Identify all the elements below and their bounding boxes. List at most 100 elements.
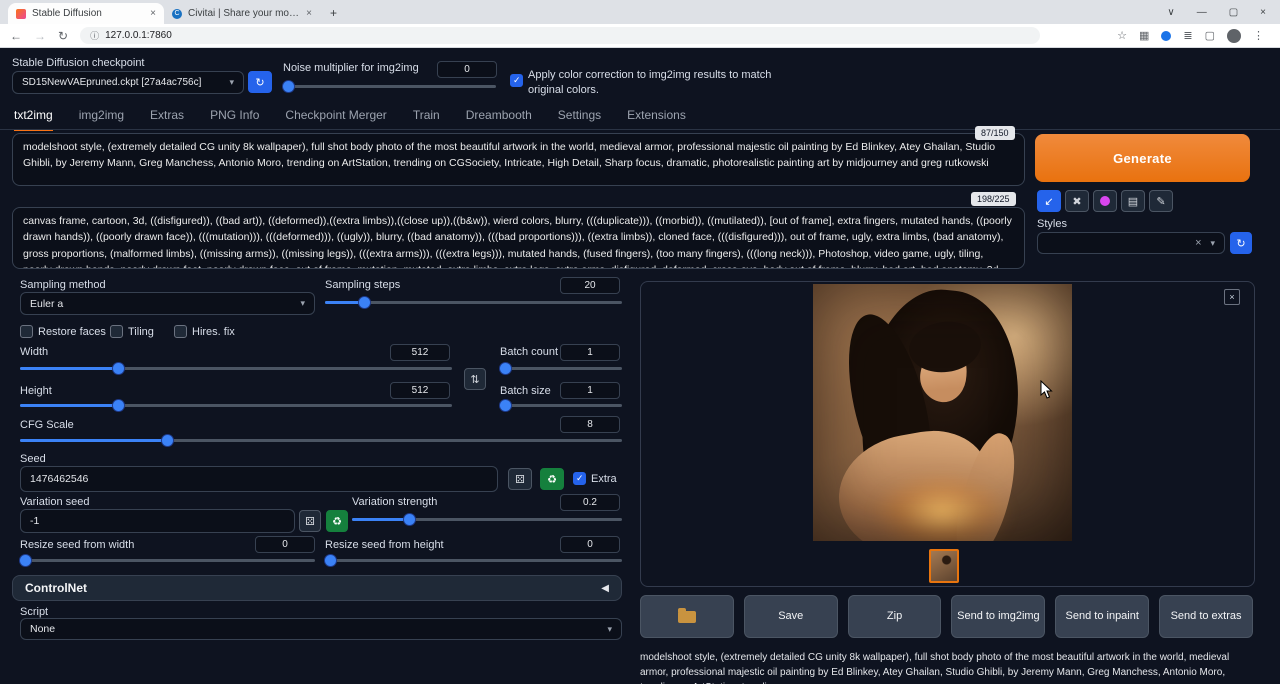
tab-checkpoint-merger[interactable]: Checkpoint Merger bbox=[285, 108, 386, 131]
tab-extras[interactable]: Extras bbox=[150, 108, 184, 131]
noise-multiplier-value[interactable]: 0 bbox=[437, 61, 497, 78]
gallery-thumbnail[interactable] bbox=[929, 549, 959, 583]
checkpoint-dropdown[interactable]: SD15NewVAEpruned.ckpt [27a4ac756c] ▾ bbox=[12, 71, 244, 94]
send-to-inpaint-button[interactable]: Send to inpaint bbox=[1055, 595, 1149, 638]
variation-random-seed-button[interactable]: ⚄ bbox=[299, 510, 321, 532]
variation-strength-value[interactable]: 0.2 bbox=[560, 494, 620, 511]
slider-knob[interactable] bbox=[162, 435, 173, 446]
cfg-scale-value[interactable]: 8 bbox=[560, 416, 620, 433]
url-input[interactable]: ⓘ 127.0.0.1:7860 bbox=[80, 27, 1040, 44]
checkpoint-refresh-button[interactable]: ↻ bbox=[248, 71, 272, 93]
width-slider[interactable] bbox=[20, 362, 452, 374]
chevron-down-icon[interactable]: ∨ bbox=[1167, 7, 1174, 18]
tab-train[interactable]: Train bbox=[413, 108, 440, 131]
color-correction-checkbox[interactable] bbox=[510, 74, 523, 87]
paste-generation-params-button[interactable]: ↙ bbox=[1037, 190, 1061, 212]
slider-knob[interactable] bbox=[404, 514, 415, 525]
batch-size-value[interactable]: 1 bbox=[560, 382, 620, 399]
profile-avatar[interactable] bbox=[1227, 29, 1241, 43]
apply-style-button[interactable]: ▤ bbox=[1121, 190, 1145, 212]
variation-strength-slider[interactable] bbox=[352, 513, 622, 525]
slider-knob[interactable] bbox=[325, 555, 336, 566]
save-style-button[interactable]: ✎ bbox=[1149, 190, 1173, 212]
reading-list-icon[interactable]: ≣ bbox=[1183, 29, 1192, 42]
open-folder-button[interactable] bbox=[640, 595, 734, 638]
resize-seed-width-value[interactable]: 0 bbox=[255, 536, 315, 553]
height-value[interactable]: 512 bbox=[390, 382, 450, 399]
sidebar-icon[interactable]: ▢ bbox=[1205, 29, 1215, 42]
restore-faces-checkbox[interactable] bbox=[20, 325, 33, 338]
save-button[interactable]: Save bbox=[744, 595, 838, 638]
noise-multiplier-slider[interactable] bbox=[283, 80, 496, 92]
generate-button[interactable]: Generate bbox=[1035, 134, 1250, 182]
resize-seed-width-slider[interactable] bbox=[20, 554, 315, 566]
send-to-extras-button[interactable]: Send to extras bbox=[1159, 595, 1253, 638]
back-icon[interactable]: ← bbox=[10, 29, 22, 43]
slider-knob[interactable] bbox=[359, 297, 370, 308]
minimize-icon[interactable]: — bbox=[1197, 7, 1207, 18]
seed-input[interactable]: 1476462546 bbox=[20, 466, 498, 492]
batch-size-label: Batch size bbox=[500, 385, 551, 397]
variation-reuse-seed-button[interactable]: ♻ bbox=[326, 510, 348, 532]
tab-png-info[interactable]: PNG Info bbox=[210, 108, 259, 131]
tab-txt2img[interactable]: txt2img bbox=[14, 108, 53, 131]
extension-icon[interactable] bbox=[1161, 31, 1171, 41]
dice-icon: ⚄ bbox=[515, 473, 525, 486]
resize-seed-height-slider[interactable] bbox=[325, 554, 622, 566]
clear-prompt-button[interactable]: ✖ bbox=[1065, 190, 1089, 212]
height-slider[interactable] bbox=[20, 399, 452, 411]
script-dropdown[interactable]: None ▾ bbox=[20, 618, 622, 640]
negative-prompt-textarea[interactable]: canvas frame, cartoon, 3d, ((disfigured)… bbox=[12, 207, 1025, 269]
batch-size-slider[interactable] bbox=[500, 399, 622, 411]
slider-knob[interactable] bbox=[500, 400, 511, 411]
batch-count-slider[interactable] bbox=[500, 362, 622, 374]
new-tab-button[interactable]: + bbox=[330, 6, 337, 20]
zip-button[interactable]: Zip bbox=[848, 595, 942, 638]
menu-kebab-icon[interactable]: ⋮ bbox=[1253, 29, 1264, 42]
maximize-icon[interactable]: ▢ bbox=[1229, 7, 1238, 18]
tab-img2img[interactable]: img2img bbox=[79, 108, 124, 131]
styles-dropdown[interactable]: × ▾ bbox=[1037, 232, 1225, 254]
prompt-textarea[interactable]: modelshoot style, (extremely detailed CG… bbox=[12, 133, 1025, 186]
width-value[interactable]: 512 bbox=[390, 344, 450, 361]
generated-image[interactable] bbox=[813, 284, 1072, 541]
controlnet-accordion[interactable]: ControlNet ◀ bbox=[12, 575, 622, 601]
slider-knob[interactable] bbox=[20, 555, 31, 566]
tab-extensions[interactable]: Extensions bbox=[627, 108, 686, 131]
swap-dimensions-button[interactable]: ⇅ bbox=[464, 368, 486, 390]
reload-icon[interactable]: ↻ bbox=[58, 29, 68, 43]
variation-seed-input[interactable]: -1 bbox=[20, 509, 295, 533]
sampling-method-dropdown[interactable]: Euler a ▾ bbox=[20, 292, 315, 315]
send-to-img2img-button[interactable]: Send to img2img bbox=[951, 595, 1045, 638]
sampling-steps-value[interactable]: 20 bbox=[560, 277, 620, 294]
batch-count-value[interactable]: 1 bbox=[560, 344, 620, 361]
browser-tab-civitai[interactable]: C Civitai | Share your models × bbox=[164, 3, 320, 24]
tab-dreambooth[interactable]: Dreambooth bbox=[466, 108, 532, 131]
apps-grid-icon[interactable]: ▦ bbox=[1139, 29, 1149, 42]
slider-knob[interactable] bbox=[283, 81, 294, 92]
reuse-seed-button[interactable]: ♻ bbox=[540, 468, 564, 490]
cfg-scale-slider[interactable] bbox=[20, 434, 622, 446]
close-preview-button[interactable]: × bbox=[1224, 289, 1240, 305]
styles-refresh-button[interactable]: ↻ bbox=[1230, 232, 1252, 254]
window-close-icon[interactable]: × bbox=[1260, 7, 1266, 18]
slider-knob[interactable] bbox=[500, 363, 511, 374]
hires-fix-checkbox[interactable] bbox=[174, 325, 187, 338]
browser-tab-stable-diffusion[interactable]: Stable Diffusion × bbox=[8, 3, 164, 24]
bookmark-star-icon[interactable]: ☆ bbox=[1117, 29, 1127, 42]
slider-knob[interactable] bbox=[113, 363, 124, 374]
slider-knob[interactable] bbox=[113, 400, 124, 411]
styles-clear-icon[interactable]: × bbox=[1195, 237, 1201, 249]
seed-label: Seed bbox=[20, 453, 46, 465]
tiling-checkbox[interactable] bbox=[110, 325, 123, 338]
collapse-arrow-icon: ◀ bbox=[601, 583, 609, 594]
sampling-steps-slider[interactable] bbox=[325, 296, 622, 308]
extra-networks-button[interactable] bbox=[1093, 190, 1117, 212]
tab-settings[interactable]: Settings bbox=[558, 108, 601, 131]
random-seed-button[interactable]: ⚄ bbox=[508, 468, 532, 490]
tab-close-icon[interactable]: × bbox=[306, 8, 312, 19]
tab-close-icon[interactable]: × bbox=[150, 8, 156, 19]
resize-seed-height-value[interactable]: 0 bbox=[560, 536, 620, 553]
site-info-icon[interactable]: ⓘ bbox=[90, 29, 99, 42]
extra-seed-checkbox[interactable] bbox=[573, 472, 586, 485]
